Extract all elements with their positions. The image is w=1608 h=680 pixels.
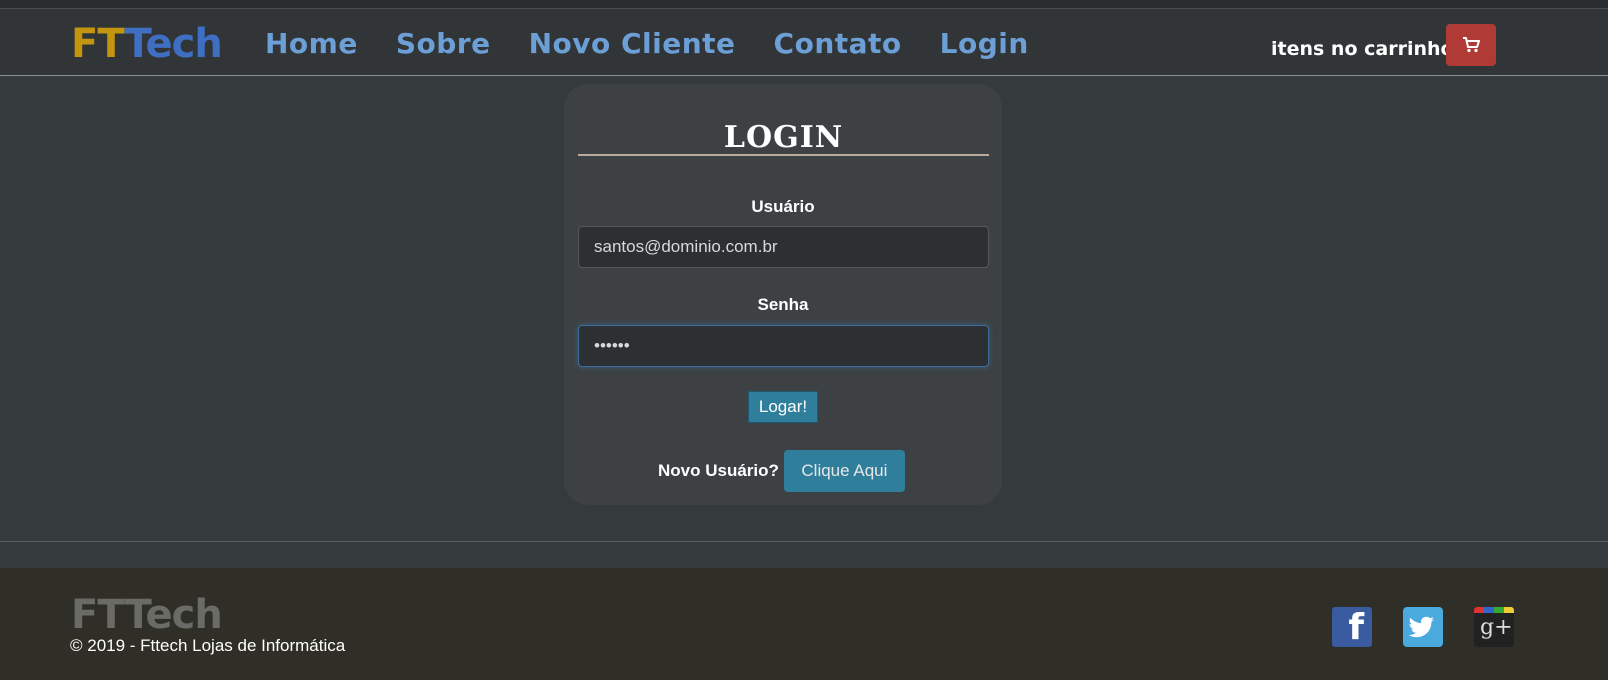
twitter-icon[interactable] [1403, 607, 1443, 647]
content-divider [0, 541, 1608, 542]
main-nav: Home Sobre Novo Cliente Contato Login [265, 27, 1067, 61]
navbar: FTTech Home Sobre Novo Cliente Contato L… [0, 9, 1608, 76]
footer-logo: FTTech [71, 592, 223, 638]
nav-link-sobre[interactable]: Sobre [396, 27, 491, 61]
username-input[interactable] [578, 226, 989, 268]
password-input[interactable] [578, 325, 989, 367]
logo-suffix: Tech [124, 21, 223, 67]
title-divider [578, 154, 989, 156]
google-plus-icon[interactable]: g+ [1474, 607, 1514, 647]
gp-bar-green [1494, 607, 1504, 613]
logo-prefix: FT [71, 21, 126, 67]
nav-link-contato[interactable]: Contato [774, 27, 902, 61]
shopping-cart-icon [1463, 37, 1480, 53]
login-submit-button[interactable]: Logar! [748, 391, 818, 423]
login-card: LOGIN Usuário Senha Logar! Novo Usuário?… [564, 84, 1002, 505]
new-user-row: Novo Usuário? Clique Aqui [658, 450, 905, 492]
nav-link-novo-cliente[interactable]: Novo Cliente [529, 27, 736, 61]
nav-link-home[interactable]: Home [265, 27, 358, 61]
username-label: Usuário [751, 197, 815, 216]
facebook-glyph: f [1348, 607, 1364, 648]
brand-logo[interactable]: FTTech [71, 21, 223, 67]
nav-link-login[interactable]: Login [940, 27, 1029, 61]
top-border [0, 0, 1608, 9]
gp-bar-blue [1484, 607, 1494, 613]
register-button[interactable]: Clique Aqui [783, 450, 905, 492]
password-label: Senha [757, 295, 809, 314]
copyright-text: © 2019 - Fttech Lojas de Informática [70, 636, 346, 655]
footer: FTTech © 2019 - Fttech Lojas de Informát… [0, 568, 1608, 680]
google-plus-glyph: g+ [1480, 615, 1513, 640]
login-title: LOGIN [723, 120, 844, 155]
gp-bar-yellow [1504, 607, 1514, 613]
gp-bar-red [1474, 607, 1484, 613]
twitter-bird-icon [1408, 616, 1434, 638]
cart-button[interactable] [1446, 24, 1496, 66]
facebook-icon[interactable]: f [1332, 607, 1372, 647]
new-user-label: Novo Usuário? [658, 461, 779, 480]
cart-items-label: itens no carrinho [1271, 38, 1454, 60]
